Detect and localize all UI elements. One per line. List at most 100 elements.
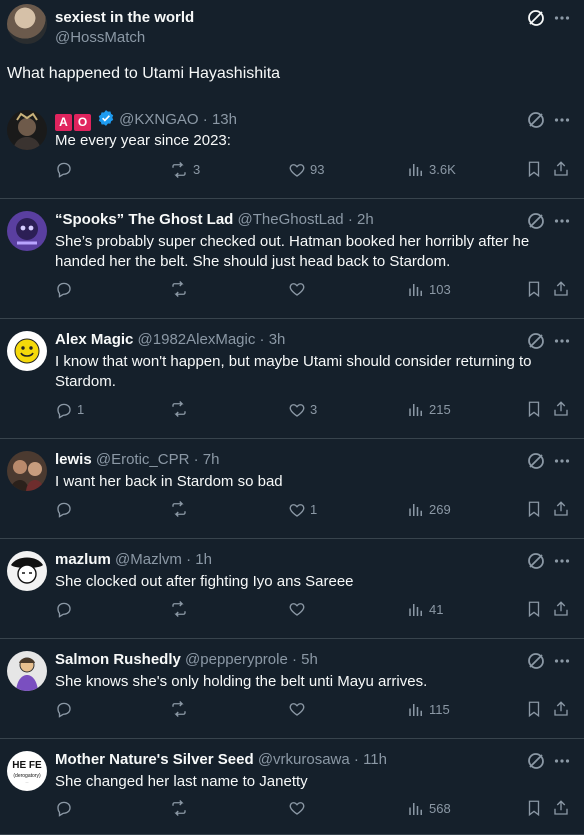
reply-post[interactable]: mazlum @Mazlvm · 1h She clocked out after… <box>0 539 584 639</box>
reply-button[interactable] <box>55 280 77 298</box>
reply-button[interactable] <box>55 500 77 518</box>
reply-timestamp[interactable]: 2h <box>357 211 374 228</box>
views-button[interactable]: 568 <box>407 799 451 819</box>
more-options-icon[interactable] <box>553 9 571 27</box>
reply-avatar[interactable] <box>7 451 47 491</box>
share-button[interactable] <box>552 280 570 298</box>
op-display-name[interactable]: sexiest in the world <box>55 8 194 28</box>
reply-handle[interactable]: @vrkurosawa <box>258 751 350 768</box>
grok-icon[interactable] <box>527 332 545 350</box>
repost-button[interactable]: 3 <box>169 160 200 180</box>
views-button[interactable]: 269 <box>407 500 451 520</box>
like-button[interactable]: 3 <box>288 400 317 420</box>
repost-button[interactable] <box>169 700 193 718</box>
bookmark-button[interactable] <box>525 160 543 178</box>
like-button[interactable] <box>288 700 310 718</box>
reply-avatar[interactable] <box>7 331 47 371</box>
more-options-icon[interactable] <box>553 111 571 129</box>
repost-button[interactable] <box>169 500 193 518</box>
reply-button[interactable]: 1 <box>55 400 84 420</box>
like-button[interactable] <box>288 799 310 817</box>
bookmark-button[interactable] <box>525 400 543 418</box>
reply-timestamp[interactable]: 3h <box>269 331 286 348</box>
repost-button[interactable] <box>169 600 193 618</box>
views-button[interactable]: 3.6K <box>407 160 456 180</box>
more-options-icon[interactable] <box>553 652 571 670</box>
grok-icon[interactable] <box>527 9 545 27</box>
like-button[interactable]: 1 <box>288 500 317 520</box>
reply-handle[interactable]: @KXNGAO <box>119 111 198 128</box>
reply-post[interactable]: HE FE (derogatory)... Mother Nature's Silv… <box>0 739 584 835</box>
grok-icon[interactable] <box>527 652 545 670</box>
share-button[interactable] <box>552 799 570 817</box>
share-button[interactable] <box>552 700 570 718</box>
reply-timestamp[interactable]: 1h <box>195 551 212 568</box>
reply-post[interactable]: lewis @Erotic_CPR · 7h I want her back in… <box>0 439 584 539</box>
share-button[interactable] <box>552 160 570 178</box>
reply-timestamp[interactable]: 5h <box>301 651 318 668</box>
like-button[interactable]: 93 <box>288 160 324 180</box>
views-button[interactable]: 115 <box>407 700 450 720</box>
like-button[interactable] <box>288 600 310 618</box>
reply-handle[interactable]: @Mazlvm <box>115 551 182 568</box>
bookmark-button[interactable] <box>525 700 543 718</box>
reply-avatar[interactable] <box>7 551 47 591</box>
reply-post[interactable]: AO @KXNGAO · 13h Me every year since 2023… <box>0 98 584 199</box>
more-options-icon[interactable] <box>553 332 571 350</box>
reply-button[interactable] <box>55 700 77 718</box>
reply-button[interactable] <box>55 600 77 618</box>
op-handle[interactable]: @HossMatch <box>55 28 145 48</box>
reply-timestamp[interactable]: 11h <box>363 751 387 768</box>
reply-post[interactable]: Alex Magic @1982AlexMagic · 3h I know tha… <box>0 319 584 439</box>
reply-display-name[interactable]: Mother Nature's Silver Seed <box>55 751 254 768</box>
views-button[interactable]: 103 <box>407 280 451 300</box>
reply-timestamp[interactable]: 7h <box>203 451 220 468</box>
reply-display-name[interactable]: Alex Magic <box>55 331 133 348</box>
reply-display-name[interactable]: mazlum <box>55 551 111 568</box>
reply-display-name[interactable]: “Spooks” The Ghost Lad <box>55 211 233 228</box>
reply-text: She changed her last name to Janetty <box>55 772 555 792</box>
more-options-icon[interactable] <box>553 452 571 470</box>
reply-avatar[interactable] <box>7 651 47 691</box>
view-count: 215 <box>429 402 451 417</box>
views-button[interactable]: 41 <box>407 600 443 620</box>
bookmark-button[interactable] <box>525 280 543 298</box>
reply-avatar[interactable] <box>7 211 47 251</box>
share-button[interactable] <box>552 400 570 418</box>
reply-display-name[interactable]: Salmon Rushedly <box>55 651 181 668</box>
reply-avatar[interactable]: HE FE (derogatory)... <box>7 751 47 791</box>
reply-avatar[interactable] <box>7 110 47 150</box>
grok-icon[interactable] <box>527 212 545 230</box>
share-icon <box>552 280 570 298</box>
grok-icon[interactable] <box>527 552 545 570</box>
reply-button[interactable] <box>55 799 77 817</box>
more-options-icon[interactable] <box>553 752 571 770</box>
like-button[interactable] <box>288 280 310 298</box>
views-button[interactable]: 215 <box>407 400 451 420</box>
reply-post[interactable]: Salmon Rushedly @pepperyprole · 5h She kn… <box>0 639 584 739</box>
reply-timestamp[interactable]: 13h <box>212 111 237 128</box>
repost-button[interactable] <box>169 280 193 298</box>
repost-button[interactable] <box>169 400 193 418</box>
more-options-icon[interactable] <box>553 552 571 570</box>
like-count: 1 <box>310 502 318 517</box>
op-avatar[interactable] <box>7 4 47 44</box>
reply-handle[interactable]: @Erotic_CPR <box>96 451 190 468</box>
grok-icon[interactable] <box>527 111 545 129</box>
grok-icon[interactable] <box>527 752 545 770</box>
reply-handle[interactable]: @1982AlexMagic <box>138 331 256 348</box>
more-options-icon[interactable] <box>553 212 571 230</box>
repost-button[interactable] <box>169 799 193 817</box>
reply-post[interactable]: “Spooks” The Ghost Lad @TheGhostLad · 2h… <box>0 199 584 319</box>
reply-handle[interactable]: @TheGhostLad <box>238 211 344 228</box>
share-button[interactable] <box>552 500 570 518</box>
reply-display-name[interactable]: lewis <box>55 451 92 468</box>
reply-handle[interactable]: @pepperyprole <box>185 651 288 668</box>
view-count: 103 <box>429 282 451 297</box>
bookmark-button[interactable] <box>525 600 543 618</box>
bookmark-button[interactable] <box>525 799 543 817</box>
grok-icon[interactable] <box>527 452 545 470</box>
bookmark-button[interactable] <box>525 500 543 518</box>
share-button[interactable] <box>552 600 570 618</box>
reply-button[interactable] <box>55 160 77 178</box>
